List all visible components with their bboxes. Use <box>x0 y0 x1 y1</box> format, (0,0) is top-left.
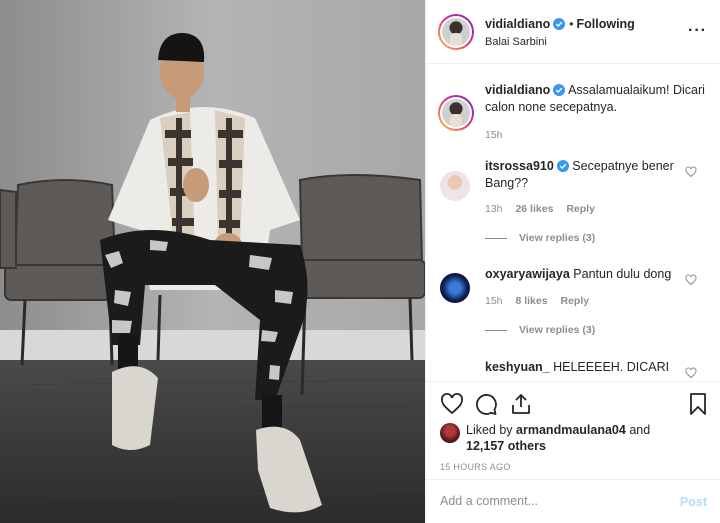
post-timestamp[interactable]: 15 HOURS AGO <box>440 462 511 472</box>
liker-username[interactable]: armandmaulana04 <box>516 423 626 437</box>
liked-by-prefix: Liked by <box>466 423 513 437</box>
view-replies-button[interactable]: View replies (3) <box>485 232 595 244</box>
comment-text: itsrossa910 Secepatnye bener Bang?? <box>485 158 685 192</box>
liker-avatar[interactable] <box>440 423 460 443</box>
comment-username[interactable]: oxyaryawijaya <box>485 267 570 281</box>
verified-badge-icon <box>556 160 569 172</box>
caption-username[interactable]: vidialdiano <box>485 83 550 97</box>
comment-time[interactable]: 13h <box>485 203 503 215</box>
view-replies-label: View replies (3) <box>519 232 596 244</box>
caption-time[interactable]: 15h <box>485 129 503 141</box>
replies-line <box>485 329 507 331</box>
share-icon[interactable] <box>509 392 533 416</box>
like-comment-heart-icon[interactable] <box>685 367 697 379</box>
post-comment-button[interactable]: Post <box>680 495 707 509</box>
comments-section[interactable]: vidialdiano Assalamualaikum! Dicari calo… <box>426 65 720 381</box>
comment-text: oxyaryawijaya Pantun dulu dong <box>485 266 685 283</box>
following-button[interactable]: Following <box>577 17 635 31</box>
comment-body: Pantun dulu dong <box>573 267 672 281</box>
save-bookmark-icon[interactable] <box>686 392 710 416</box>
comment-avatar[interactable] <box>440 171 470 201</box>
caption-avatar[interactable] <box>438 95 474 131</box>
author-username[interactable]: vidialdiano <box>485 17 550 31</box>
photo-image <box>0 0 425 523</box>
comment-likes[interactable]: 26 likes <box>515 203 553 215</box>
add-comment-input[interactable] <box>440 494 660 508</box>
comment-bubble-icon[interactable] <box>474 392 498 416</box>
comment-likes[interactable]: 8 likes <box>515 295 547 307</box>
like-comment-heart-icon[interactable] <box>685 166 697 178</box>
reply-button[interactable]: Reply <box>561 295 590 307</box>
verified-badge-icon <box>553 84 566 96</box>
like-comment-heart-icon[interactable] <box>685 274 697 286</box>
replies-line <box>485 237 507 239</box>
instagram-post: vidialdiano • Following Balai Sarbini ··· … <box>0 0 720 523</box>
verified-badge-icon <box>553 18 566 30</box>
add-comment-bar: Post <box>426 479 720 523</box>
comment-username[interactable]: itsrossa910 <box>485 159 554 173</box>
more-options-icon[interactable]: ··· <box>688 22 707 40</box>
liked-by-connector: and <box>629 423 651 437</box>
caption-text: vidialdiano Assalamualaikum! Dicari calo… <box>485 82 709 116</box>
view-replies-button[interactable]: View replies (3) <box>485 324 595 336</box>
comment-time[interactable]: 15h <box>485 295 503 307</box>
author-line: vidialdiano • Following <box>485 17 635 31</box>
likes-summary: Liked by armandmaulana04 and 12,157 othe… <box>466 422 696 454</box>
post-header: vidialdiano • Following Balai Sarbini ··· <box>426 0 720 64</box>
reply-button[interactable]: Reply <box>566 203 595 215</box>
like-heart-icon[interactable] <box>440 392 464 416</box>
view-replies-label: View replies (3) <box>519 324 596 336</box>
comment-username[interactable]: keshyuan_ <box>485 360 550 374</box>
post-photo[interactable] <box>0 0 425 523</box>
comment-text: keshyuan_ HELEEEEH. DICARI <box>485 359 685 376</box>
comment-body: HELEEEEH. DICARI <box>553 360 670 374</box>
author-avatar[interactable] <box>438 14 474 50</box>
comment-meta: 13h 26 likes Reply <box>485 203 595 215</box>
post-sidebar: vidialdiano • Following Balai Sarbini ··· … <box>425 0 720 523</box>
post-actions: Liked by armandmaulana04 and 12,157 othe… <box>426 381 720 479</box>
likes-others-count[interactable]: 12,157 others <box>466 439 546 453</box>
separator-dot: • <box>569 17 574 31</box>
comment-meta: 15h 8 likes Reply <box>485 295 589 307</box>
comment-avatar[interactable] <box>440 273 470 303</box>
post-location[interactable]: Balai Sarbini <box>485 36 547 48</box>
